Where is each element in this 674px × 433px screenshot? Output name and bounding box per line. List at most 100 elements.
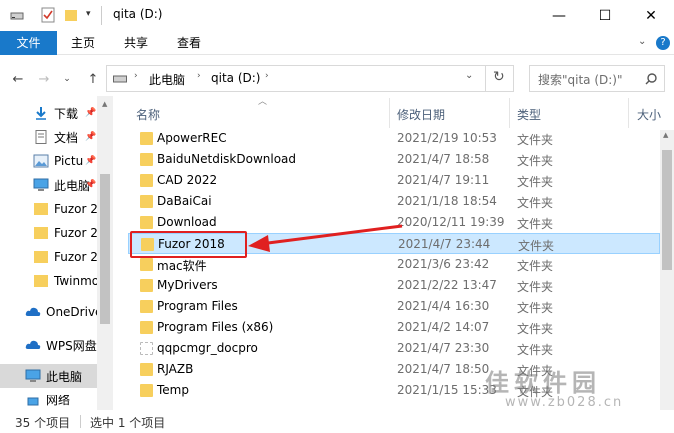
forward-button[interactable]: → bbox=[35, 70, 53, 88]
column-header-name[interactable]: 名称 bbox=[136, 96, 392, 130]
column-separator[interactable] bbox=[628, 98, 629, 128]
nav-scrollbar-thumb[interactable] bbox=[100, 174, 110, 324]
file-list-scrollbar-thumb[interactable] bbox=[662, 150, 672, 270]
quick-access-dropdown-icon[interactable]: ▾ bbox=[86, 9, 91, 19]
nav-item-this-pc-pinned[interactable]: 此电脑 📌 bbox=[0, 173, 112, 197]
tab-home[interactable]: 主页 bbox=[63, 31, 103, 55]
breadcrumb-separator-icon: › bbox=[265, 71, 269, 81]
file-name: Temp bbox=[157, 383, 189, 397]
folder-icon bbox=[34, 251, 48, 263]
drive-icon bbox=[113, 75, 127, 83]
column-separator[interactable] bbox=[509, 98, 510, 128]
file-name: DaBaiCai bbox=[157, 194, 212, 208]
file-row[interactable]: DaBaiCai 2021/1/18 18:54 文件夹 bbox=[128, 191, 660, 212]
nav-item-label: Fuzor 2 bbox=[54, 250, 98, 264]
nav-item-label: 此电脑 bbox=[46, 369, 83, 384]
file-row[interactable]: qqpcmgr_docpro 2021/4/7 23:30 文件夹 bbox=[128, 338, 660, 359]
back-button[interactable]: ← bbox=[9, 70, 27, 88]
file-row[interactable]: ApowerREC 2021/2/19 10:53 文件夹 bbox=[128, 130, 660, 149]
status-bar: 35 个项目 选中 1 个项目 bbox=[0, 410, 674, 433]
nav-item-downloads[interactable]: 下载 📌 bbox=[0, 101, 112, 125]
nav-item-fuzor-1[interactable]: Fuzor 2 bbox=[0, 197, 112, 221]
breadcrumb-separator-icon: › bbox=[134, 71, 138, 81]
column-header-size[interactable]: 大小 bbox=[637, 96, 674, 130]
scroll-up-icon[interactable]: ▲ bbox=[663, 131, 668, 139]
address-bar[interactable]: › 此电脑 › qita (D:) › ⌄ ↻ bbox=[106, 65, 514, 92]
file-name: CAD 2022 bbox=[157, 173, 218, 187]
nav-item-twinmotion[interactable]: Twinmo bbox=[0, 269, 112, 293]
nav-item-label: 文档 bbox=[54, 130, 79, 145]
maximize-button[interactable]: ☐ bbox=[582, 0, 628, 31]
nav-scrollbar[interactable]: ▲ bbox=[97, 96, 113, 410]
properties-icon[interactable] bbox=[41, 7, 56, 23]
file-row[interactable]: MyDrivers 2021/2/22 13:47 文件夹 bbox=[128, 275, 660, 296]
item-count: 35 个项目 bbox=[15, 416, 71, 430]
folder-icon bbox=[140, 216, 153, 229]
file-row[interactable]: Program Files 2021/4/4 16:30 文件夹 bbox=[128, 296, 660, 317]
nav-item-label: 网络 bbox=[46, 395, 71, 407]
file-row[interactable]: Program Files (x86) 2021/4/2 14:07 文件夹 bbox=[128, 317, 660, 338]
file-type: 文件夹 bbox=[517, 301, 554, 315]
search-icon[interactable] bbox=[645, 73, 657, 85]
column-header-date[interactable]: 修改日期 bbox=[397, 96, 515, 130]
file-row[interactable]: BaiduNetdiskDownload 2021/4/7 18:58 文件夹 bbox=[128, 149, 660, 170]
tab-view[interactable]: 查看 bbox=[169, 31, 209, 55]
column-headers: ︿ 名称 修改日期 类型 大小 bbox=[128, 96, 674, 130]
address-divider bbox=[485, 66, 486, 91]
nav-item-wps-cloud[interactable]: WPS网盘 bbox=[0, 333, 112, 357]
scroll-up-icon[interactable]: ▲ bbox=[102, 100, 107, 108]
file-date: 2021/4/7 23:30 bbox=[397, 341, 490, 355]
tab-share[interactable]: 共享 bbox=[116, 31, 156, 55]
nav-item-network[interactable]: 网络 bbox=[0, 395, 112, 409]
up-button[interactable]: ↑ bbox=[84, 70, 102, 88]
folder-icon bbox=[34, 227, 48, 239]
watermark-text: 佳软件园 bbox=[485, 369, 601, 397]
cloud-icon bbox=[25, 340, 41, 349]
nav-item-fuzor-3[interactable]: Fuzor 2 bbox=[0, 245, 112, 269]
new-folder-icon[interactable] bbox=[64, 8, 78, 22]
folder-icon bbox=[140, 321, 153, 334]
column-header-type[interactable]: 类型 bbox=[517, 96, 627, 130]
file-name: RJAZB bbox=[157, 362, 194, 376]
file-type: 文件夹 bbox=[517, 280, 554, 294]
watermark-url: www.zb028.cn bbox=[505, 395, 624, 410]
download-icon bbox=[36, 107, 46, 120]
file-date: 2021/4/7 19:11 bbox=[397, 173, 490, 187]
file-row[interactable]: CAD 2022 2021/4/7 19:11 文件夹 bbox=[128, 170, 660, 191]
computer-icon bbox=[25, 369, 41, 382]
expand-ribbon-icon[interactable]: ⌄ bbox=[638, 36, 646, 47]
nav-item-pictures[interactable]: Pictu 📌 bbox=[0, 149, 112, 173]
nav-item-documents[interactable]: 文档 📌 bbox=[0, 125, 112, 149]
column-separator[interactable] bbox=[389, 98, 390, 128]
drive-icon[interactable] bbox=[10, 9, 24, 21]
nav-item-label: WPS网盘 bbox=[46, 338, 97, 353]
tab-file[interactable]: 文件 bbox=[0, 31, 57, 55]
navigation-pane: 下载 📌 文档 📌 Pictu 📌 此电脑 📌 Fuzor 2 Fuzor 2 … bbox=[0, 96, 112, 410]
cloud-icon bbox=[25, 307, 41, 316]
breadcrumb-drive[interactable]: qita (D:) bbox=[211, 71, 260, 85]
address-dropdown-icon[interactable]: ⌄ bbox=[465, 70, 473, 81]
folder-icon bbox=[34, 203, 48, 215]
refresh-icon[interactable]: ↻ bbox=[493, 69, 505, 85]
close-button[interactable]: ✕ bbox=[628, 0, 674, 31]
file-date: 2021/1/15 15:33 bbox=[397, 383, 497, 397]
file-name: Program Files bbox=[157, 299, 238, 313]
help-icon[interactable]: ? bbox=[656, 36, 670, 50]
status-divider bbox=[80, 415, 81, 428]
folder-icon bbox=[140, 195, 153, 208]
nav-item-onedrive[interactable]: OneDrive bbox=[0, 300, 112, 324]
computer-icon bbox=[33, 178, 49, 191]
folder-icon bbox=[140, 363, 153, 376]
breadcrumb-this-pc[interactable]: 此电脑 bbox=[149, 71, 185, 88]
minimize-button[interactable]: — bbox=[536, 0, 582, 31]
folder-icon bbox=[140, 153, 153, 166]
file-type: 文件夹 bbox=[517, 217, 554, 231]
nav-item-fuzor-2[interactable]: Fuzor 2 bbox=[0, 221, 112, 245]
file-type: 文件夹 bbox=[517, 343, 554, 357]
folder-icon bbox=[140, 132, 153, 145]
file-name: MyDrivers bbox=[157, 278, 218, 292]
title-divider bbox=[101, 6, 102, 25]
nav-item-this-pc[interactable]: 此电脑 bbox=[0, 364, 97, 388]
file-type: 文件夹 bbox=[517, 196, 554, 210]
recent-locations-icon[interactable]: ⌄ bbox=[58, 70, 76, 88]
